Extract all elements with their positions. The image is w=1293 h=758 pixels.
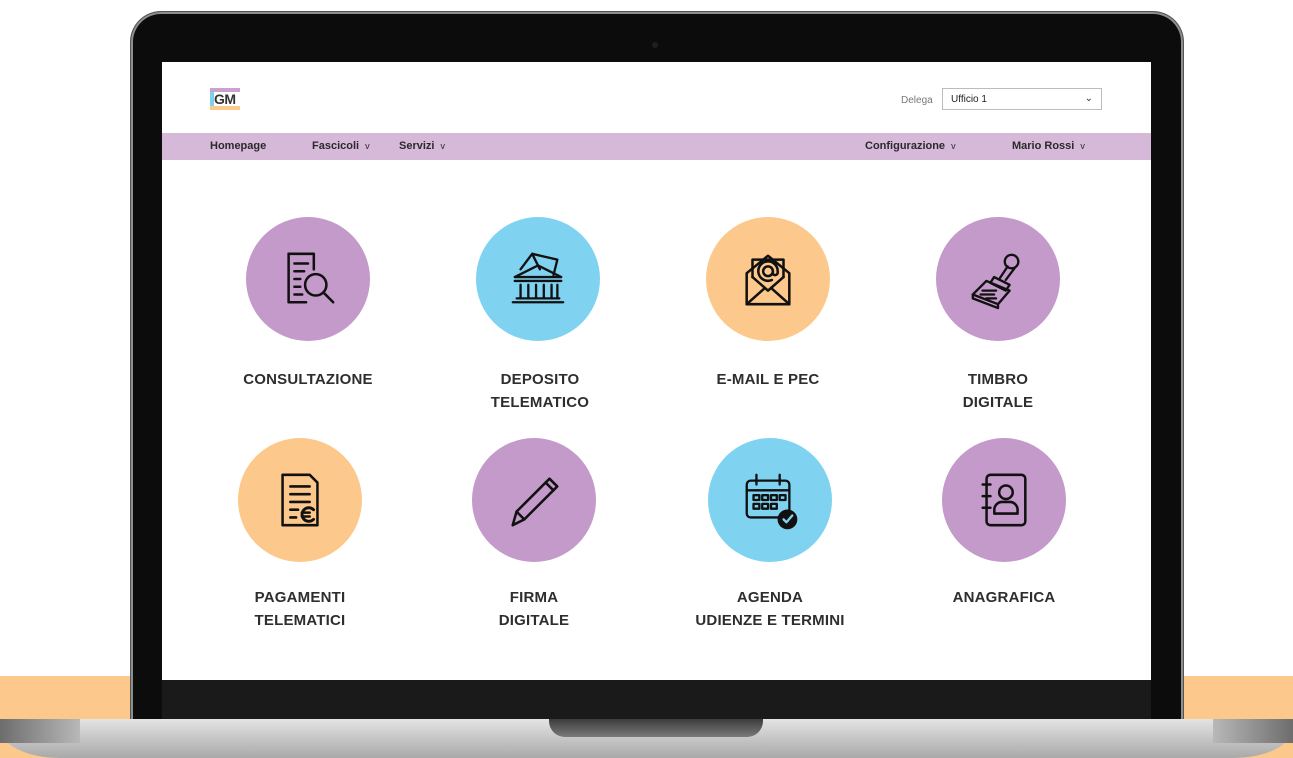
tile-label-line: UDIENZE E TERMINI [695,612,845,629]
webcam [652,42,658,48]
document-search-icon [287,252,335,304]
tile-label-line: DEPOSITO [500,371,580,388]
tile-label-agenda[interactable]: AGENDA UDIENZE E TERMINI [660,586,880,632]
nav-user-menu[interactable]: Mario Rossi v [1012,140,1085,152]
delega-select[interactable]: Ufficio 1 ⌄ [942,88,1102,110]
tile-email-pec[interactable] [706,217,830,341]
stamp-icon [971,253,1020,310]
tile-label-line: TELEMATICI [254,612,346,629]
chevron-down-icon: v [951,141,956,151]
invoice-euro-icon [281,473,319,527]
tile-anagrafica[interactable] [942,438,1066,562]
nav-homepage[interactable]: Homepage [210,140,266,152]
tile-label-line: TIMBRO [967,371,1029,388]
app-logo[interactable]: GM [210,88,242,110]
tile-label-consultazione[interactable]: CONSULTAZIONE [198,368,418,391]
tile-label-anagrafica[interactable]: ANAGRAFICA [894,586,1114,609]
delega-label: Delega [901,95,933,106]
tile-timbro-digitale[interactable] [936,217,1060,341]
contact-book-icon [981,473,1027,527]
nav-label: Mario Rossi [1012,140,1075,152]
tile-label-line: E-MAIL E PEC [716,371,820,388]
nav-configurazione[interactable]: Configurazione v [865,140,956,152]
courthouse-mail-icon [511,252,565,304]
laptop-bezel [162,680,1151,720]
chevron-down-icon: ⌄ [1084,93,1093,104]
tile-label-line: ANAGRAFICA [952,589,1056,606]
pencil-icon [511,477,559,527]
tile-label-pagamenti-telematici[interactable]: PAGAMENTI TELEMATICI [190,586,410,632]
tile-label-line: PAGAMENTI [254,589,346,606]
logo-text: GM [214,91,236,107]
chevron-down-icon: v [440,141,445,151]
main-navbar: Homepage Fascicoli v Servizi v Configurazi… [162,133,1151,160]
chevron-down-icon: v [1080,141,1085,151]
calendar-check-icon [745,473,798,530]
tile-agenda[interactable] [708,438,832,562]
tile-label-line: TELEMATICO [490,394,590,411]
email-at-icon [745,254,791,306]
tile-pagamenti-telematici[interactable] [238,438,362,562]
tile-label-email-pec[interactable]: E-MAIL E PEC [658,368,878,391]
tile-label-line: FIRMA [509,589,559,606]
tile-consultazione[interactable] [246,217,370,341]
nav-label: Configurazione [865,140,946,152]
laptop-notch [549,719,763,737]
tile-firma-digitale[interactable] [472,438,596,562]
tile-label-line: DIGITALE [962,394,1034,411]
tile-deposito-telematico[interactable] [476,217,600,341]
nav-label: Fascicoli [312,140,360,152]
tile-label-deposito-telematico[interactable]: DEPOSITO TELEMATICO [430,368,650,414]
laptop-base-left [0,719,80,743]
nav-label: Servizi [399,140,435,152]
app-screen: GM Delega Ufficio 1 ⌄ Homepage Fascicoli… [162,62,1151,680]
chevron-down-icon: v [365,141,370,151]
laptop-base-right [1213,719,1293,743]
nav-servizi[interactable]: Servizi v [399,140,445,152]
tile-label-timbro-digitale[interactable]: TIMBRO DIGITALE [888,368,1108,414]
tile-label-line: AGENDA [736,589,804,606]
tile-label-firma-digitale[interactable]: FIRMA DIGITALE [424,586,644,632]
tile-label-line: CONSULTAZIONE [243,371,373,388]
tile-label-line: DIGITALE [498,612,570,629]
delega-selected-value: Ufficio 1 [951,94,987,105]
nav-fascicoli[interactable]: Fascicoli v [312,140,370,152]
nav-label: Homepage [210,140,267,152]
